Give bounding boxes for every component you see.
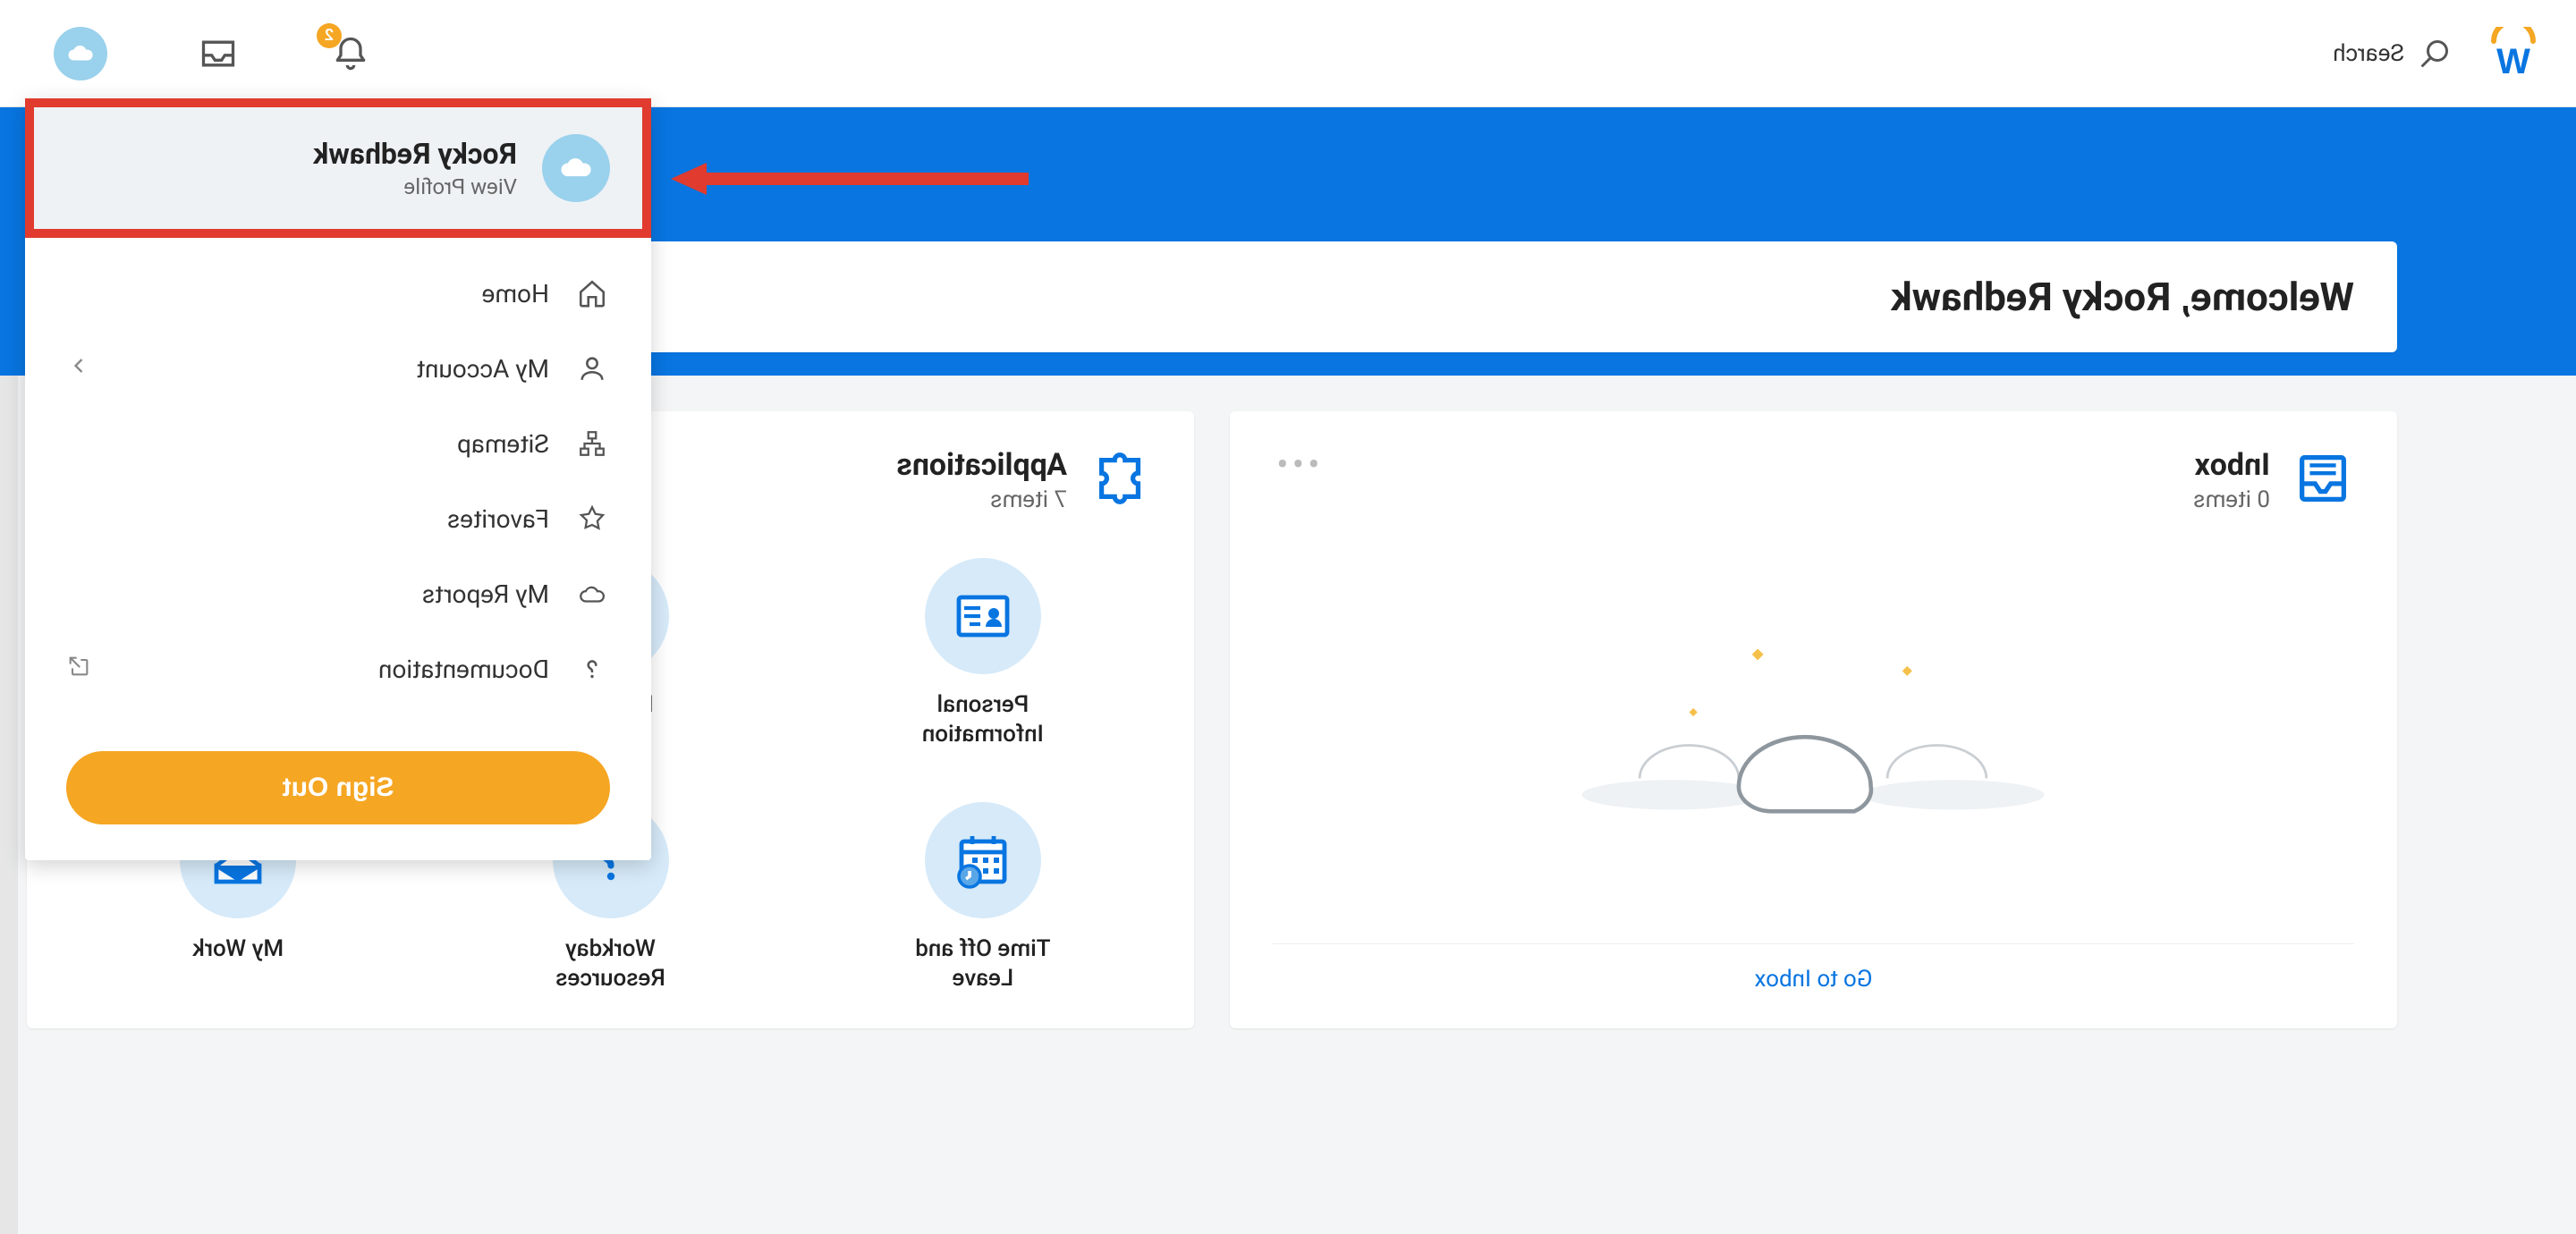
menu-my-reports[interactable]: My Reports — [25, 556, 651, 631]
chevron-right-icon — [66, 353, 91, 385]
applications-subtitle: 7 items — [896, 486, 1067, 513]
sitemap-icon — [574, 426, 610, 461]
view-profile-link[interactable]: View Profile — [313, 174, 517, 199]
home-icon — [574, 275, 610, 311]
search-icon — [2419, 38, 2451, 70]
menu-my-account[interactable]: My Account — [25, 331, 651, 406]
app-label: Personal Information — [894, 690, 1072, 748]
menu-label: Documentation — [378, 655, 549, 684]
question-icon — [574, 651, 610, 687]
applications-title: Applications — [896, 447, 1067, 483]
menu-label: Sitemap — [457, 429, 549, 459]
puzzle-icon — [1089, 447, 1151, 510]
inbox-subtitle: 0 items — [2193, 486, 2270, 513]
profile-menu: Home My Account Sitemap Favorites My Rep… — [25, 238, 651, 733]
inbox-more-button[interactable]: ••• — [1273, 447, 1320, 474]
profile-header[interactable]: Rocky Redhawk View Profile — [25, 98, 651, 238]
inbox-title: Inbox — [2193, 447, 2270, 483]
star-icon — [574, 501, 610, 537]
menu-home[interactable]: Home — [25, 256, 651, 331]
menu-documentation[interactable]: Documentation — [25, 631, 651, 706]
annotation-arrow — [671, 161, 1029, 197]
inbox-icon — [2292, 447, 2354, 510]
cloud-icon — [556, 148, 596, 188]
search[interactable]: Search — [2333, 38, 2451, 70]
profile-menu-panel: Rocky Redhawk View Profile Home My Accou… — [25, 98, 651, 860]
notifications-button[interactable]: 2 — [329, 32, 372, 75]
inbox-empty-illustration — [1273, 531, 2354, 926]
menu-label: My Reports — [422, 579, 549, 609]
app-label: My Work — [192, 934, 284, 964]
tray-icon — [199, 34, 238, 73]
calendar-clock-icon — [951, 828, 1015, 892]
menu-favorites[interactable]: Favorites — [25, 481, 651, 556]
app-personal-information[interactable]: Personal Information — [815, 558, 1151, 748]
person-icon — [574, 351, 610, 386]
inbox-button[interactable] — [197, 32, 240, 75]
inbox-card: Inbox 0 items ••• Go to Inbox — [1230, 411, 2397, 1028]
external-link-icon — [66, 654, 91, 685]
menu-label: My Account — [417, 354, 549, 384]
app-label: Time Off and Leave — [894, 934, 1072, 993]
topbar: W Search 2 — [0, 0, 2576, 107]
profile-name: Rocky Redhawk — [313, 137, 517, 171]
avatar-button[interactable] — [54, 27, 107, 80]
brand-logo[interactable]: W — [2487, 27, 2540, 80]
avatar — [542, 134, 610, 202]
id-card-icon — [951, 584, 1015, 648]
menu-label: Home — [482, 279, 549, 308]
cloud-icon — [574, 576, 610, 612]
svg-text:W: W — [2496, 42, 2530, 80]
notification-badge: 2 — [317, 23, 342, 48]
search-label: Search — [2333, 40, 2404, 67]
app-label: Workday Resources — [521, 934, 700, 993]
go-to-inbox-link[interactable]: Go to Inbox — [1273, 943, 2354, 993]
cloud-icon — [64, 38, 97, 70]
menu-sitemap[interactable]: Sitemap — [25, 406, 651, 481]
app-time-off[interactable]: Time Off and Leave — [815, 802, 1151, 993]
sign-out-button[interactable]: Sign Out — [66, 751, 610, 824]
menu-label: Favorites — [447, 504, 549, 534]
